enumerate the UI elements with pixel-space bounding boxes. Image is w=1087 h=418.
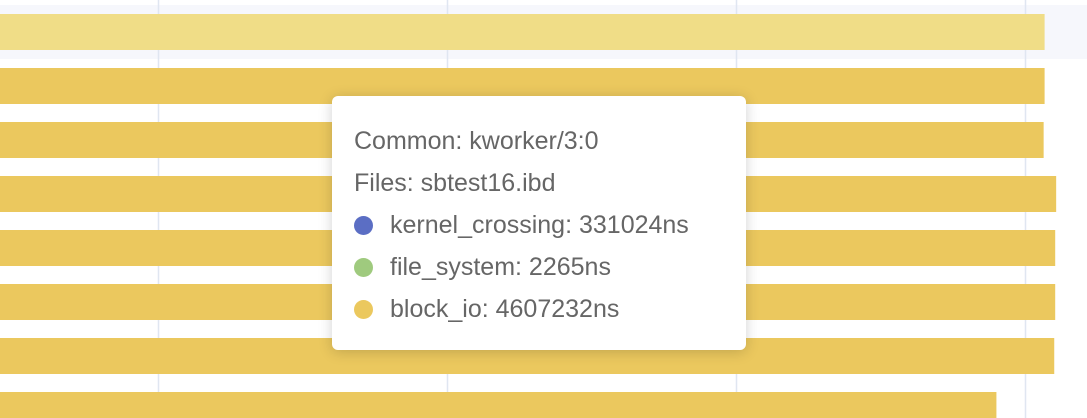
kernel-crossing-legend-dot [354,216,373,235]
bar-block_io[interactable] [0,392,997,418]
tooltip-item-file-system: file_system: 2265ns [354,246,724,288]
tooltip-item-kernel-crossing: kernel_crossing: 331024ns [354,204,724,246]
chart-tooltip: Common: kworker/3:0 Files: sbtest16.ibd … [332,96,746,350]
block-io-legend-dot [354,300,373,319]
tooltip-item-label: file_system: 2265ns [390,253,611,281]
tooltip-item-label: kernel_crossing: 331024ns [390,211,689,239]
tooltip-item-label: block_io: 4607232ns [390,295,620,323]
tooltip-common: Common: kworker/3:0 [354,127,599,155]
tooltip-files: Files: sbtest16.ibd [354,169,556,197]
file-system-legend-dot [354,258,373,277]
tooltip-item-block-io: block_io: 4607232ns [354,288,724,330]
bar-block_io[interactable] [0,14,1045,50]
